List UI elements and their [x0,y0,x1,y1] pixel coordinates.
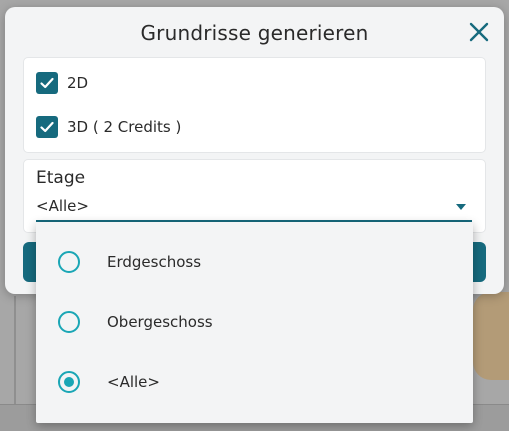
etage-select[interactable]: <Alle> [36,194,472,222]
checkbox-2d[interactable] [36,72,58,94]
option-label: Obergeschoss [107,313,213,331]
option-label: Erdgeschoss [107,253,202,271]
option-3d[interactable]: 3D ( 2 Credits ) [36,115,181,139]
option-3d-label: 3D ( 2 Credits ) [67,118,182,136]
etage-dropdown-menu: Erdgeschoss Obergeschoss <Alle> [36,222,473,423]
dropdown-option-erdgeschoss[interactable]: Erdgeschoss [36,232,473,292]
output-options-card: 2D 3D ( 2 Credits ) [23,57,486,153]
option-2d-label: 2D [67,74,89,92]
checkbox-3d[interactable] [36,116,58,138]
radio-erdgeschoss[interactable] [58,251,80,273]
etage-label: Etage [36,168,86,188]
chevron-down-icon [456,204,466,210]
close-button[interactable] [468,21,490,43]
checkmark-icon [40,77,54,89]
dropdown-option-obergeschoss[interactable]: Obergeschoss [36,292,473,352]
option-2d[interactable]: 2D [36,71,88,95]
checkmark-icon [40,121,54,133]
dropdown-option-alle[interactable]: <Alle> [36,352,473,412]
etage-select-value: <Alle> [36,197,89,215]
background-floorplan-preview [473,292,509,380]
radio-obergeschoss[interactable] [58,311,80,333]
radio-alle[interactable] [58,371,80,393]
option-label: <Alle> [107,373,160,391]
dialog-title: Grundrisse generieren [140,21,369,45]
close-icon [469,22,489,42]
background-divider [14,296,16,406]
